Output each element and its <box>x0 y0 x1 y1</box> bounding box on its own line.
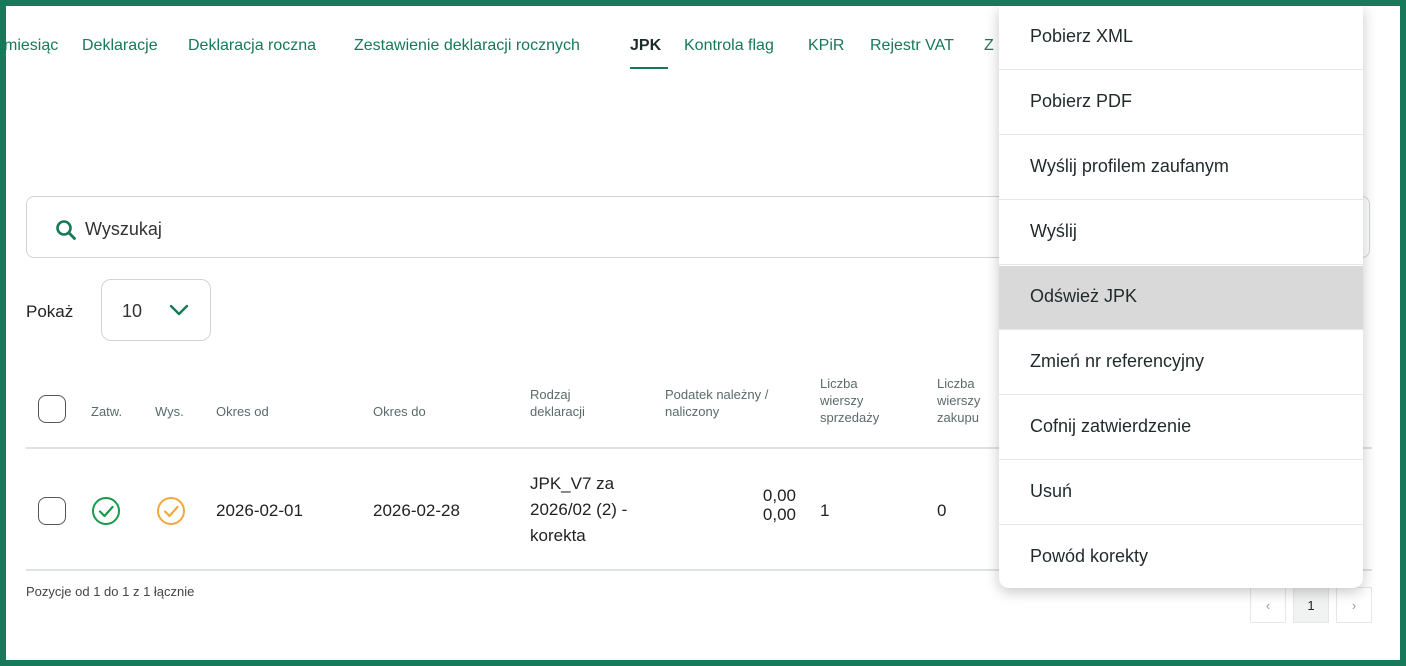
header-tax[interactable]: Podatek należny / naliczony <box>665 386 768 420</box>
active-tab-indicator <box>630 67 668 69</box>
menu-item-download-pdf-label: Pobierz PDF <box>1030 91 1133 111</box>
sent-check-icon <box>157 497 185 525</box>
row-period-to: 2026-02-28 <box>373 501 460 520</box>
search-input[interactable] <box>83 213 687 245</box>
tab-rejestr-vat[interactable]: Rejestr VAT <box>870 37 954 55</box>
menu-item-refresh-jpk-label: Odśwież JPK <box>1030 286 1138 306</box>
header-period-to[interactable]: Okres do <box>373 403 426 420</box>
header-declaration-type-line2: deklaracji <box>530 404 585 419</box>
page-size-label: Pokaż <box>26 302 74 321</box>
header-declaration-type[interactable]: Rodzaj deklaracji <box>530 386 585 420</box>
row-sales-rows: 1 <box>820 501 830 520</box>
menu-item-correction-reason[interactable]: Powód korekty <box>999 526 1363 588</box>
search-icon <box>56 220 76 240</box>
menu-item-change-reference-label: Zmień nr referencyjny <box>1030 351 1205 371</box>
header-purchase-rows[interactable]: Liczba wierszy zakupu <box>937 375 980 426</box>
row-declaration-type-line2: 2026/02 (2) - <box>530 500 628 519</box>
tab-z[interactable]: Z <box>984 37 994 55</box>
menu-item-delete-label: Usuń <box>1030 481 1073 501</box>
approved-check-icon <box>92 497 120 525</box>
row-tax: 0,00 0,00 <box>726 486 796 524</box>
tab-miesiac[interactable]: miesiąc <box>6 37 58 55</box>
header-approved[interactable]: Zatw. <box>91 403 122 420</box>
menu-item-download-xml[interactable]: Pobierz XML <box>999 6 1363 70</box>
menu-item-send-trusted-profile-label: Wyślij profilem zaufanym <box>1030 156 1229 176</box>
header-tax-line2: naliczony <box>665 404 720 419</box>
header-sales-rows-line2: wierszy <box>820 393 864 408</box>
pagination-info: Pozycje od 1 do 1 z 1 łącznie <box>26 584 195 599</box>
menu-item-refresh-jpk[interactable]: Odśwież JPK <box>999 266 1363 330</box>
menu-item-send-trusted-profile[interactable]: Wyślij profilem zaufanym <box>999 136 1363 200</box>
tab-deklaracja-roczna[interactable]: Deklaracja roczna <box>188 37 316 55</box>
row-checkbox[interactable] <box>38 497 66 525</box>
chevron-down-icon <box>169 304 189 316</box>
header-sales-rows-line3: sprzedaży <box>820 410 880 425</box>
header-declaration-type-line1: Rodzaj <box>530 387 571 402</box>
app-frame: miesiąc Deklaracje Deklaracja roczna Zes… <box>0 0 1406 666</box>
tab-deklaracje[interactable]: Deklaracje <box>82 37 158 55</box>
header-period-from[interactable]: Okres od <box>216 403 269 420</box>
page-size-select[interactable]: 10 <box>101 279 211 341</box>
menu-item-undo-approval-label: Cofnij zatwierdzenie <box>1030 416 1192 436</box>
menu-item-send[interactable]: Wyślij <box>999 201 1363 265</box>
actions-menu: Pobierz XML Pobierz PDF Wyślij profilem … <box>999 6 1363 588</box>
tab-jpk[interactable]: JPK <box>630 37 661 55</box>
page-1-button[interactable]: 1 <box>1293 587 1329 623</box>
menu-item-delete[interactable]: Usuń <box>999 461 1363 525</box>
select-all-checkbox[interactable] <box>38 395 66 423</box>
menu-item-download-pdf[interactable]: Pobierz PDF <box>999 71 1363 135</box>
row-declaration-type: JPK_V7 za 2026/02 (2) - korekta <box>530 471 627 549</box>
header-sales-rows[interactable]: Liczba wierszy sprzedaży <box>820 375 879 426</box>
tab-kontrola-flag[interactable]: Kontrola flag <box>684 37 774 55</box>
menu-item-correction-reason-label: Powód korekty <box>1030 546 1149 566</box>
tab-zestawienie-deklaracji-rocznych[interactable]: Zestawienie deklaracji rocznych <box>354 37 580 55</box>
row-declaration-type-line1: JPK_V7 za <box>530 474 615 493</box>
header-sent[interactable]: Wys. <box>155 403 184 420</box>
next-page-button[interactable]: › <box>1336 587 1372 623</box>
prev-page-button[interactable]: ‹ <box>1250 587 1286 623</box>
menu-item-change-reference[interactable]: Zmień nr referencyjny <box>999 331 1363 395</box>
menu-item-download-xml-label: Pobierz XML <box>1030 26 1134 46</box>
header-sales-rows-line1: Liczba <box>820 376 858 391</box>
row-tax-due: 0,00 <box>762 486 796 505</box>
row-period-from: 2026-02-01 <box>216 501 303 520</box>
header-tax-line1: Podatek należny / <box>665 387 769 402</box>
row-declaration-type-line3: korekta <box>530 526 586 545</box>
row-purchase-rows: 0 <box>937 501 947 520</box>
menu-item-send-label: Wyślij <box>1030 221 1077 241</box>
menu-item-undo-approval[interactable]: Cofnij zatwierdzenie <box>999 396 1363 460</box>
tab-kpir[interactable]: KPiR <box>808 37 844 55</box>
header-purchase-rows-line2: wierszy <box>937 393 981 408</box>
header-purchase-rows-line1: Liczba <box>937 376 975 391</box>
page-size-value: 10 <box>122 301 143 321</box>
header-purchase-rows-line3: zakupu <box>937 410 979 425</box>
row-tax-input: 0,00 <box>762 505 796 524</box>
